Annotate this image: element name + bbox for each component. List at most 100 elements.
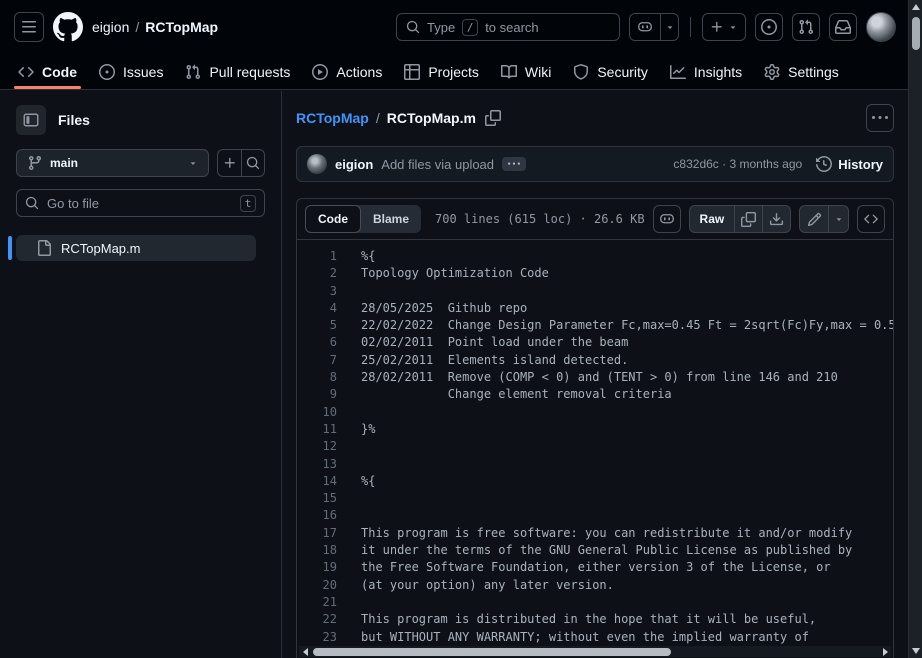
- line-number[interactable]: 3: [297, 283, 337, 300]
- history-button[interactable]: History: [816, 156, 883, 172]
- edit-file-button[interactable]: [800, 206, 828, 232]
- copilot-icon: [659, 211, 675, 227]
- tab-code[interactable]: Code: [8, 54, 87, 89]
- line-number[interactable]: 11: [297, 421, 337, 438]
- repo-name-link[interactable]: RCTopMap: [145, 19, 218, 35]
- line-number[interactable]: 2: [297, 265, 337, 282]
- user-avatar[interactable]: [866, 12, 896, 42]
- go-to-file-input[interactable]: Go to file t: [16, 189, 265, 217]
- line-number[interactable]: 15: [297, 490, 337, 507]
- commit-hash-and-time[interactable]: c832d6c · 3 months ago: [673, 157, 802, 171]
- scroll-right-arrow[interactable]: [879, 648, 891, 656]
- line-number[interactable]: 12: [297, 438, 337, 455]
- line-number[interactable]: 23: [297, 629, 337, 646]
- line-number[interactable]: 14: [297, 473, 337, 490]
- global-search-input[interactable]: Type / to search: [396, 13, 620, 41]
- horizontal-scrollbar[interactable]: [299, 646, 891, 657]
- branch-selector[interactable]: main: [16, 149, 209, 177]
- tab-insights[interactable]: Insights: [660, 54, 752, 89]
- search-tree-button[interactable]: [241, 150, 264, 176]
- side-panel-icon: [23, 112, 39, 128]
- tab-code-view[interactable]: Code: [305, 205, 361, 233]
- play-icon: [312, 64, 328, 80]
- scroll-left-arrow[interactable]: [299, 648, 311, 656]
- raw-button[interactable]: Raw: [690, 206, 735, 232]
- line-number[interactable]: 7: [297, 352, 337, 369]
- new-file-button[interactable]: [218, 150, 241, 176]
- copilot-dropdown-button[interactable]: [660, 14, 678, 40]
- horizontal-scroll-thumb[interactable]: [313, 648, 671, 656]
- tab-security[interactable]: Security: [563, 54, 658, 89]
- active-tab-underline: [14, 86, 81, 89]
- line-number[interactable]: 19: [297, 559, 337, 576]
- tab-label: Projects: [428, 64, 479, 80]
- line-number[interactable]: 6: [297, 334, 337, 351]
- line-number[interactable]: 13: [297, 456, 337, 473]
- inbox-button[interactable]: [829, 13, 857, 41]
- code-line: 14%{: [297, 473, 893, 490]
- copy-icon: [741, 212, 756, 227]
- line-number[interactable]: 17: [297, 525, 337, 542]
- app-header: eigion / RCTopMap Type / to search: [0, 0, 922, 90]
- line-number[interactable]: 20: [297, 577, 337, 594]
- download-button[interactable]: [762, 206, 790, 232]
- line-number[interactable]: 10: [297, 404, 337, 421]
- search-icon: [246, 156, 260, 170]
- line-number[interactable]: 21: [297, 594, 337, 611]
- copy-file-button[interactable]: [734, 206, 762, 232]
- code-line: 725/02/2011 Elements island detected.: [297, 352, 893, 369]
- tree-item-selected[interactable]: RCTopMap.m: [16, 235, 256, 261]
- gear-icon: [764, 64, 780, 80]
- your-pull-requests-button[interactable]: [792, 13, 820, 41]
- commit-time: 3 months ago: [729, 157, 802, 171]
- commit-author[interactable]: eigion: [335, 157, 373, 172]
- more-options-button[interactable]: [866, 104, 894, 132]
- line-number[interactable]: 8: [297, 369, 337, 386]
- scroll-up-arrow[interactable]: [912, 4, 920, 10]
- hamburger-menu-button[interactable]: [14, 12, 44, 42]
- create-new-button[interactable]: [702, 13, 746, 41]
- tab-blame-view[interactable]: Blame: [361, 205, 421, 233]
- copilot-file-button[interactable]: [653, 205, 681, 233]
- commit-author-avatar[interactable]: [307, 154, 327, 174]
- tab-issues[interactable]: Issues: [89, 54, 173, 89]
- repo-owner-link[interactable]: eigion: [92, 19, 129, 35]
- search-icon: [25, 196, 39, 210]
- symbols-panel-button[interactable]: [857, 205, 885, 233]
- line-number[interactable]: 1: [297, 248, 337, 265]
- issue-opened-icon: [99, 64, 115, 80]
- tree-action-group: [217, 149, 265, 177]
- tab-projects[interactable]: Projects: [394, 54, 489, 89]
- commit-hash[interactable]: c832d6c: [673, 157, 718, 171]
- line-number[interactable]: 16: [297, 507, 337, 524]
- collapse-file-tree-button[interactable]: [16, 105, 46, 135]
- commit-description-toggle[interactable]: [502, 157, 526, 171]
- horizontal-scroll-track[interactable]: [311, 648, 879, 656]
- github-logo-icon[interactable]: [53, 12, 83, 42]
- dot-separator: ·: [722, 157, 726, 171]
- line-number[interactable]: 18: [297, 542, 337, 559]
- raw-copy-download-group: Raw: [689, 205, 792, 233]
- vertical-scroll-thumb[interactable]: [912, 17, 920, 50]
- line-number[interactable]: 4: [297, 300, 337, 317]
- line-number[interactable]: 5: [297, 317, 337, 334]
- line-number[interactable]: 22: [297, 611, 337, 628]
- download-icon: [769, 212, 784, 227]
- breadcrumb-repo-link[interactable]: RCTopMap: [296, 110, 369, 126]
- code-line: 23but WITHOUT ANY WARRANTY; without even…: [297, 629, 893, 646]
- copy-path-icon[interactable]: [485, 110, 501, 126]
- commit-message-link[interactable]: Add files via upload: [381, 157, 494, 172]
- vertical-scrollbar[interactable]: [908, 0, 922, 658]
- scroll-down-arrow[interactable]: [912, 648, 920, 654]
- tab-pull-requests[interactable]: Pull requests: [175, 54, 300, 89]
- breadcrumb: RCTopMap / RCTopMap.m: [296, 104, 894, 132]
- search-placeholder-prefix: Type: [427, 20, 455, 35]
- copilot-button[interactable]: [630, 14, 660, 40]
- tab-actions[interactable]: Actions: [302, 54, 392, 89]
- tab-settings[interactable]: Settings: [754, 54, 849, 89]
- your-issues-button[interactable]: [755, 13, 783, 41]
- tab-wiki[interactable]: Wiki: [491, 54, 561, 89]
- edit-dropdown-button[interactable]: [828, 206, 848, 232]
- line-number[interactable]: 9: [297, 386, 337, 403]
- file-tree: RCTopMap.m: [16, 235, 265, 261]
